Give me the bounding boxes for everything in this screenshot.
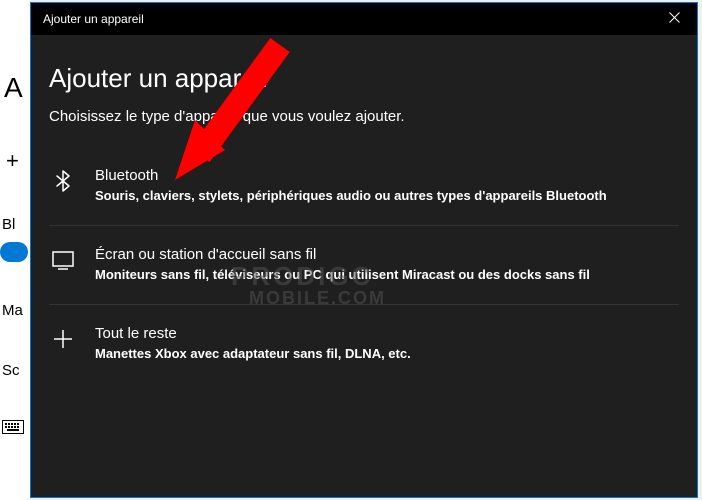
bg-partial-text: A xyxy=(4,72,23,104)
dialog-content: Ajouter un appareil Choisissez le type d… xyxy=(31,35,697,378)
option-title: Bluetooth xyxy=(95,167,679,184)
plus-icon xyxy=(49,325,77,351)
keyboard-icon xyxy=(2,420,24,439)
option-desc: Manettes Xbox avec adaptateur sans fil, … xyxy=(95,345,679,363)
option-wireless-display[interactable]: Écran ou station d'accueil sans fil Moni… xyxy=(49,232,679,298)
bg-toggle xyxy=(0,242,28,262)
titlebar: Ajouter un appareil xyxy=(31,3,697,35)
bg-partial-text: Ma xyxy=(2,302,23,319)
dialog-subheading: Choisissez le type d'appareil que vous v… xyxy=(49,108,679,125)
option-text: Écran ou station d'accueil sans fil Moni… xyxy=(95,246,679,284)
titlebar-title: Ajouter un appareil xyxy=(43,12,144,26)
background-settings-page: A + Bl Ma Sc xyxy=(0,0,30,500)
option-desc: Souris, claviers, stylets, périphériques… xyxy=(95,187,679,205)
divider xyxy=(49,304,679,305)
dialog-heading: Ajouter un appareil xyxy=(49,63,679,94)
option-text: Tout le reste Manettes Xbox avec adaptat… xyxy=(95,325,679,363)
option-title: Écran ou station d'accueil sans fil xyxy=(95,246,679,263)
close-icon xyxy=(669,12,680,26)
close-button[interactable] xyxy=(651,3,697,35)
bg-partial-text: Sc xyxy=(2,362,20,379)
display-icon xyxy=(49,246,77,272)
option-bluetooth[interactable]: Bluetooth Souris, claviers, stylets, pér… xyxy=(49,153,679,219)
bluetooth-icon xyxy=(49,167,77,193)
option-text: Bluetooth Souris, claviers, stylets, pér… xyxy=(95,167,679,205)
option-desc: Moniteurs sans fil, téléviseurs ou PC qu… xyxy=(95,266,679,284)
option-everything-else[interactable]: Tout le reste Manettes Xbox avec adaptat… xyxy=(49,311,679,377)
add-device-dialog: Ajouter un appareil Ajouter un appareil … xyxy=(30,2,698,498)
bg-plus-icon: + xyxy=(6,148,19,174)
option-title: Tout le reste xyxy=(95,325,679,342)
bg-partial-text: Bl xyxy=(2,216,15,233)
divider xyxy=(49,225,679,226)
